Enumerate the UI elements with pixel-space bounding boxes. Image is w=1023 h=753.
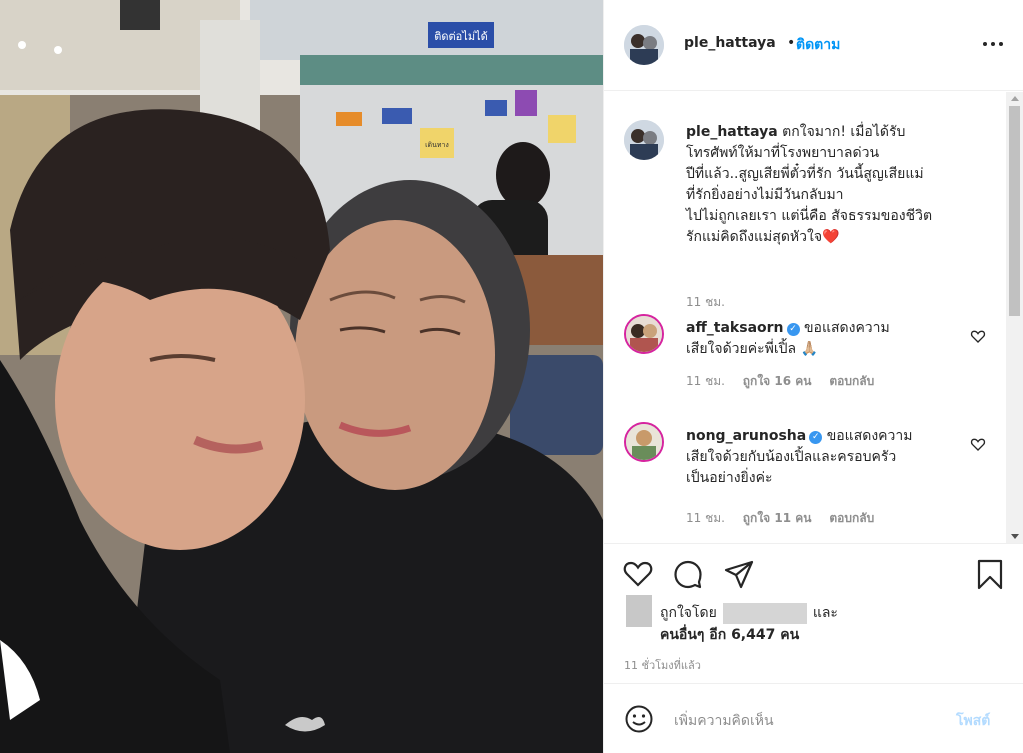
photo-sign-text: ติดต่อไม่ได้ xyxy=(434,30,488,43)
heart-icon[interactable] xyxy=(622,558,654,590)
scroll-down-arrow[interactable] xyxy=(1011,534,1019,539)
caption-meta: 11 ชม. xyxy=(686,293,739,312)
comment-reply-button[interactable]: ตอบกลับ xyxy=(829,511,874,525)
comment-text: aff_taksaorn ✓ ขอแสดงความ เสียใจด้วยค่ะพี… xyxy=(686,318,986,360)
post-sidebar: ple_hattaya • ติดตาม ple_hattaya ตกใจมาก… xyxy=(603,0,1023,753)
caption-time[interactable]: 11 ชม. xyxy=(686,295,725,309)
comment-username[interactable]: nong_arunosha xyxy=(686,428,806,444)
post-header: ple_hattaya • ติดตาม xyxy=(604,0,1023,91)
more-icon[interactable] xyxy=(981,32,1005,56)
liked-by-and: และ xyxy=(812,605,838,621)
share-icon[interactable] xyxy=(723,558,755,590)
comment-likes[interactable]: ถูกใจ 16 คน xyxy=(743,374,812,388)
caption-username[interactable]: ple_hattaya xyxy=(686,124,778,140)
post-actions: ถูกใจโดย และ คนอื่นๆ อีก 6,447 คน 11 ชั่ว… xyxy=(604,543,1023,683)
verified-icon: ✓ xyxy=(786,323,800,336)
liker-name-blurred[interactable] xyxy=(722,602,807,624)
follow-button[interactable]: ติดตาม xyxy=(796,34,840,56)
comment-input[interactable]: เพิ่มความคิดเห็น xyxy=(674,710,774,732)
comment-avatar[interactable] xyxy=(624,422,664,462)
comment-meta: 11 ชม. ถูกใจ 11 คน ตอบกลับ xyxy=(686,509,888,528)
liker-avatar-blurred[interactable] xyxy=(626,595,652,627)
scrollbar-thumb[interactable] xyxy=(1009,106,1020,316)
author-username[interactable]: ple_hattaya xyxy=(684,35,776,51)
author-avatar[interactable] xyxy=(624,25,664,65)
liked-by-others-line[interactable]: คนอื่นๆ อีก 6,447 คน xyxy=(660,624,799,646)
comment-time[interactable]: 11 ชม. xyxy=(686,374,725,388)
comment-avatar[interactable] xyxy=(624,314,664,354)
liked-by-prefix: ถูกใจโดย xyxy=(660,605,717,621)
comment-meta: 11 ชม. ถูกใจ 16 คน ตอบกลับ xyxy=(686,372,888,391)
post-photo[interactable]: ติดต่อไม่ได้ เดินทาง xyxy=(0,0,603,753)
liked-by-others[interactable]: คนอื่นๆ อีก 6,447 คน xyxy=(660,627,799,643)
caption-body: ตกใจมาก! เมื่อได้รับ โทรศัพท์ให้มาที่โรง… xyxy=(686,124,933,245)
posted-ago[interactable]: 11 ชั่วโมงที่แล้ว xyxy=(624,656,701,674)
liked-by-line: ถูกใจโดย และ xyxy=(660,602,838,624)
photo-sign-text-2: เดินทาง xyxy=(425,141,449,149)
comment-likes[interactable]: ถูกใจ 11 คน xyxy=(743,511,812,525)
caption-text: ple_hattaya ตกใจมาก! เมื่อได้รับ โทรศัพท… xyxy=(686,122,986,248)
comment-like-heart-icon[interactable] xyxy=(970,328,986,344)
verified-icon: ✓ xyxy=(809,431,823,444)
scroll-up-arrow[interactable] xyxy=(1011,96,1019,101)
post-comment-button[interactable]: โพสต์ xyxy=(956,710,990,732)
comment-icon[interactable] xyxy=(672,558,704,590)
comments-list[interactable]: ple_hattaya ตกใจมาก! เมื่อได้รับ โทรศัพท… xyxy=(604,92,1023,543)
comment-username[interactable]: aff_taksaorn xyxy=(686,320,784,336)
add-comment-bar: เพิ่มความคิดเห็น โพสต์ xyxy=(604,683,1023,753)
comment-time[interactable]: 11 ชม. xyxy=(686,511,725,525)
comment-reply-button[interactable]: ตอบกลับ xyxy=(829,374,874,388)
separator-dot: • xyxy=(787,35,796,51)
bookmark-icon[interactable] xyxy=(974,558,1006,590)
comment-text: nong_arunosha ✓ ขอแสดงความ เสียใจด้วยกับน… xyxy=(686,426,986,489)
photo-illustration: ติดต่อไม่ได้ เดินทาง xyxy=(0,0,603,753)
emoji-icon[interactable] xyxy=(624,704,654,734)
comment-like-heart-icon[interactable] xyxy=(970,436,986,452)
caption-avatar[interactable] xyxy=(624,120,664,160)
comments-scrollbar[interactable] xyxy=(1006,92,1023,543)
